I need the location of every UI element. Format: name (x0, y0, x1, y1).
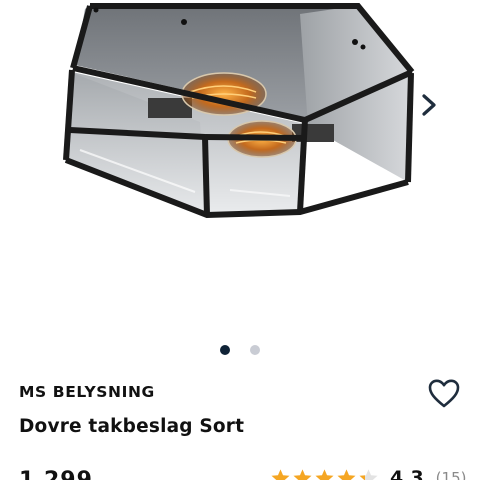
product-price: 1 299 (19, 468, 93, 480)
star-icon (271, 468, 290, 480)
image-carousel[interactable] (0, 0, 480, 370)
product-brand[interactable]: MS BELYSNING (19, 383, 155, 401)
carousel-pagination (0, 344, 480, 356)
carousel-dot-2[interactable] (250, 345, 260, 355)
product-rating[interactable]: 4.3 (15) (270, 466, 466, 480)
star-icon (337, 468, 356, 480)
carousel-next-button[interactable] (412, 88, 446, 122)
carousel-dot-1[interactable] (220, 345, 230, 355)
star-icon (359, 468, 378, 480)
rating-stars (270, 468, 380, 480)
product-title: Dovre takbeslag Sort (19, 416, 245, 437)
favorite-button[interactable] (427, 377, 461, 411)
heart-outline-icon (428, 379, 460, 408)
product-image[interactable] (0, 0, 480, 330)
product-detail-screen: MS BELYSNING Dovre takbeslag Sort 1 299 … (0, 0, 480, 480)
rating-value: 4.3 (390, 467, 424, 480)
chevron-right-icon (422, 94, 436, 116)
star-icon (315, 468, 334, 480)
star-icon (293, 468, 312, 480)
rating-count[interactable]: (15) (436, 469, 467, 480)
